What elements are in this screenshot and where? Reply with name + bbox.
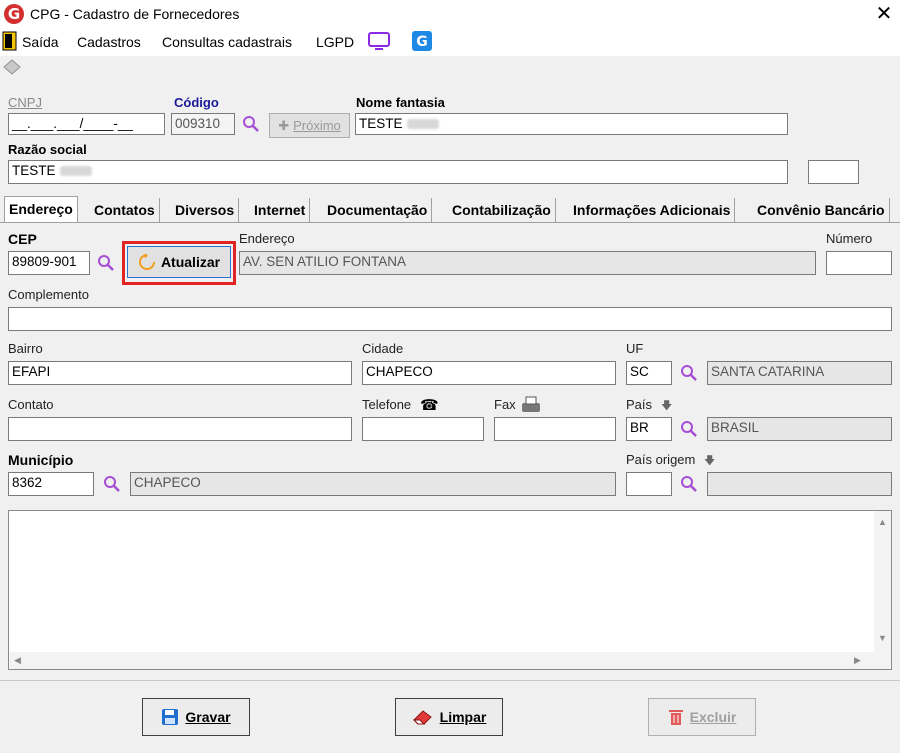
fax-field[interactable] bbox=[494, 417, 616, 441]
trash-icon bbox=[668, 710, 683, 725]
menu-saida[interactable]: Saída bbox=[22, 34, 59, 50]
plus-icon: ✚ bbox=[278, 117, 290, 133]
arrow-down-icon: 🡇 bbox=[704, 455, 716, 467]
endereco-label: Endereço bbox=[239, 231, 295, 246]
diamond-tool-icon[interactable] bbox=[3, 59, 21, 75]
tab-informacoes-adicionais[interactable]: Informações Adicionais bbox=[569, 198, 736, 222]
proximo-button[interactable]: ✚ Próximo bbox=[269, 113, 350, 138]
eraser-icon bbox=[412, 710, 432, 725]
numero-label: Número bbox=[826, 231, 873, 246]
tab-documentacao[interactable]: Documentação bbox=[323, 198, 433, 222]
window-title: CPG - Cadastro de Fornecedores bbox=[30, 6, 240, 22]
complemento-label: Complemento bbox=[8, 287, 89, 302]
scroll-right-icon[interactable]: ▶ bbox=[854, 655, 861, 666]
tab-diversos[interactable]: Diversos bbox=[171, 198, 240, 222]
cidade-field[interactable]: CHAPECO bbox=[362, 361, 616, 385]
scroll-down-icon[interactable]: ▼ bbox=[878, 633, 887, 643]
exit-door-icon[interactable] bbox=[2, 31, 18, 51]
numero-field[interactable] bbox=[826, 251, 892, 275]
pais-origem-field[interactable] bbox=[626, 472, 672, 496]
bairro-label: Bairro bbox=[8, 341, 43, 356]
pais-name-field[interactable]: BRASIL bbox=[707, 417, 892, 441]
tab-contabilizacao[interactable]: Contabilização bbox=[448, 198, 556, 222]
app-g-icon[interactable]: G bbox=[412, 31, 432, 51]
svg-text:G: G bbox=[416, 34, 428, 50]
municipio-label: Município bbox=[8, 452, 74, 468]
horizontal-scrollbar[interactable]: ◀ ▶ bbox=[9, 652, 891, 669]
razao-social-label: Razão social bbox=[8, 142, 87, 157]
pais-origem-search-icon[interactable] bbox=[680, 475, 698, 493]
monitor-icon[interactable] bbox=[368, 32, 390, 52]
cep-field[interactable]: 89809-901 bbox=[8, 251, 90, 275]
save-icon bbox=[162, 709, 179, 725]
uf-search-icon[interactable] bbox=[680, 364, 698, 382]
nome-fantasia-field[interactable]: TESTE bbox=[355, 113, 788, 135]
fax-label: Fax bbox=[494, 397, 516, 412]
gravar-button[interactable]: Gravar bbox=[142, 698, 250, 736]
pais-search-icon[interactable] bbox=[680, 420, 698, 438]
razao-social-field[interactable]: TESTE bbox=[8, 160, 788, 184]
menu-consultas-cadastrais[interactable]: Consultas cadastrais bbox=[162, 34, 292, 50]
atualizar-button[interactable]: Atualizar bbox=[127, 246, 231, 278]
scroll-up-icon[interactable]: ▲ bbox=[878, 517, 887, 527]
uf-name-field[interactable]: SANTA CATARINA bbox=[707, 361, 892, 385]
bairro-field[interactable]: EFAPI bbox=[8, 361, 352, 385]
tool-row bbox=[0, 56, 900, 80]
tab-internet[interactable]: Internet bbox=[250, 198, 311, 222]
complemento-field[interactable] bbox=[8, 307, 892, 331]
municipio-field[interactable]: 8362 bbox=[8, 472, 94, 496]
telefone-label: Telefone bbox=[362, 397, 412, 412]
tab-convenio-bancario[interactable]: Convênio Bancário bbox=[753, 198, 890, 222]
telefone-field[interactable] bbox=[362, 417, 484, 441]
contato-field[interactable] bbox=[8, 417, 352, 441]
pais-label: País bbox=[626, 397, 653, 412]
app-logo-icon: G bbox=[4, 4, 24, 24]
codigo-field[interactable]: 009310 bbox=[171, 113, 235, 135]
uf-field[interactable]: SC bbox=[626, 361, 672, 385]
fax-icon bbox=[522, 396, 540, 412]
cep-label: CEP bbox=[8, 231, 37, 247]
cep-search-icon[interactable] bbox=[97, 254, 115, 272]
municipio-name-field[interactable]: CHAPECO bbox=[130, 472, 616, 496]
extra-field[interactable] bbox=[808, 160, 859, 184]
menu-cadastros[interactable]: Cadastros bbox=[77, 34, 141, 50]
nome-fantasia-label: Nome fantasia bbox=[356, 95, 445, 110]
pais-origem-name-field[interactable] bbox=[707, 472, 892, 496]
notes-textarea[interactable]: ▲ ▼ ◀ ▶ bbox=[8, 510, 892, 670]
pais-field[interactable]: BR bbox=[626, 417, 672, 441]
menu-lgpd[interactable]: LGPD bbox=[316, 34, 354, 50]
close-icon[interactable]: ✕ bbox=[870, 1, 898, 27]
vertical-scrollbar[interactable]: ▲ ▼ bbox=[874, 511, 891, 654]
tab-endereco[interactable]: Endereço bbox=[4, 196, 78, 223]
codigo-label: Código bbox=[174, 95, 219, 110]
cidade-label: Cidade bbox=[362, 341, 404, 356]
cnpj-label: CNPJ bbox=[8, 95, 42, 110]
codigo-search-icon[interactable] bbox=[242, 115, 260, 133]
tab-contatos[interactable]: Contatos bbox=[90, 198, 160, 222]
excluir-button[interactable]: Excluir bbox=[648, 698, 756, 736]
endereco-field[interactable]: AV. SEN ATILIO FONTANA bbox=[239, 251, 816, 275]
cnpj-field[interactable]: __.___.___/____-__ bbox=[8, 113, 165, 135]
telephone-icon: ☎ bbox=[420, 397, 439, 414]
refresh-icon bbox=[138, 254, 155, 270]
arrow-down-icon: 🡇 bbox=[661, 400, 673, 412]
municipio-search-icon[interactable] bbox=[103, 475, 121, 493]
scroll-left-icon[interactable]: ◀ bbox=[14, 655, 21, 666]
pais-origem-label: País origem bbox=[626, 452, 696, 467]
uf-label: UF bbox=[626, 341, 644, 356]
contato-label: Contato bbox=[8, 397, 54, 412]
limpar-button[interactable]: Limpar bbox=[395, 698, 503, 736]
